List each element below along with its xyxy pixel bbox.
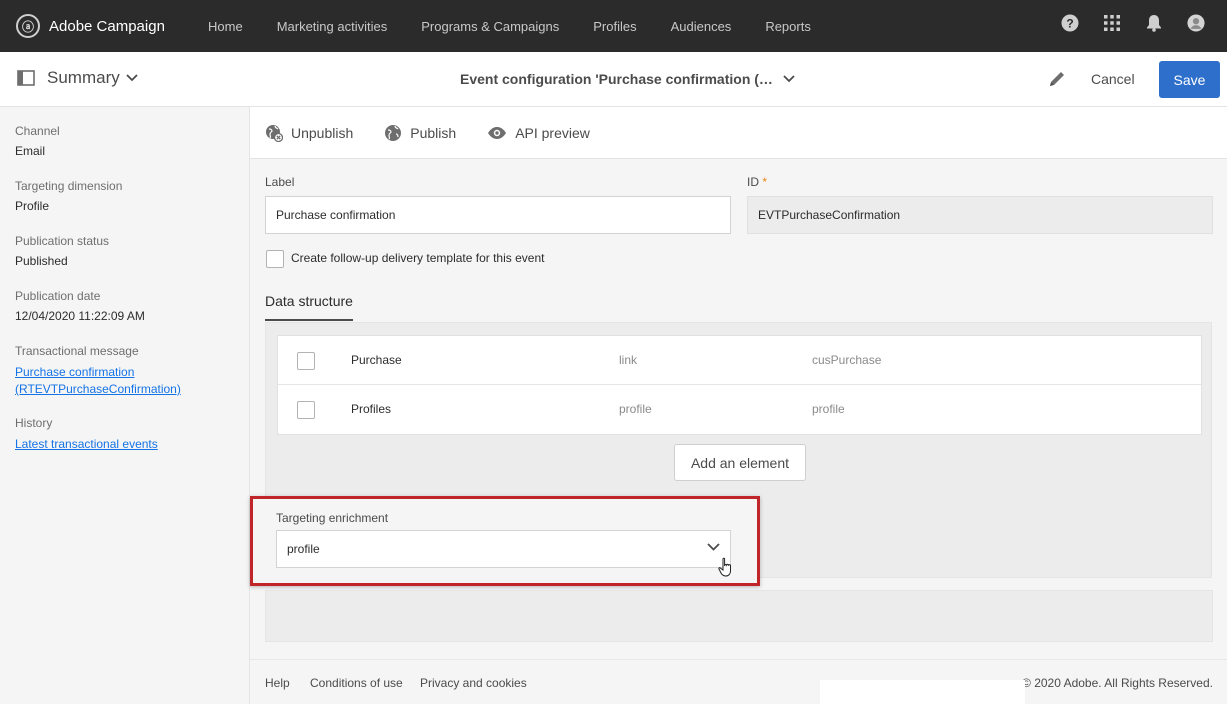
row-target: profile <box>812 402 845 416</box>
user-avatar-icon[interactable] <box>1187 14 1205 32</box>
overlay-panel <box>820 680 1025 704</box>
publication-date-label: Publication date <box>15 289 101 303</box>
table-row[interactable]: Profiles profile profile <box>278 385 1201 434</box>
tab-data-structure[interactable]: Data structure <box>265 293 353 321</box>
chevron-down-icon <box>783 75 795 83</box>
targeting-enrichment-highlight: Targeting enrichment profile <box>250 496 760 586</box>
summary-label: Summary <box>47 68 120 87</box>
nav-profiles[interactable]: Profiles <box>593 19 636 34</box>
save-button[interactable]: Save <box>1159 61 1220 98</box>
page-title[interactable]: Event configuration 'Purchase confirmati… <box>460 71 795 87</box>
table-row[interactable]: Purchase link cusPurchase <box>278 336 1201 385</box>
row-name: Purchase <box>351 353 402 367</box>
channel-block: Channel Email <box>15 124 60 158</box>
publication-date-block: Publication date 12/04/2020 11:22:09 AM <box>15 289 145 323</box>
chevron-down-icon <box>707 543 720 551</box>
nav-programs-campaigns[interactable]: Programs & Campaigns <box>421 19 559 34</box>
targeting-enrichment-select[interactable]: profile <box>276 530 731 568</box>
publication-status-value: Published <box>15 254 68 268</box>
chevron-down-icon <box>126 74 138 82</box>
unpublish-globe-icon <box>266 124 283 142</box>
hand-cursor-icon <box>718 557 734 580</box>
action-toolbar: Unpublish Publish API preview <box>250 107 1227 159</box>
followup-template-label: Create follow-up delivery template for t… <box>291 251 545 265</box>
channel-value: Email <box>15 144 46 158</box>
footer-help-link[interactable]: Help <box>265 676 290 690</box>
transactional-message-label: Transactional message <box>15 344 139 358</box>
row-checkbox[interactable] <box>297 401 315 419</box>
followup-template-checkbox[interactable] <box>266 250 284 268</box>
label-field-label: Label <box>265 175 295 189</box>
row-name: Profiles <box>351 402 392 416</box>
help-icon[interactable]: ? <box>1061 14 1079 32</box>
history-label: History <box>15 416 53 430</box>
nav-audiences[interactable]: Audiences <box>671 19 732 34</box>
required-asterisk: * <box>762 175 768 189</box>
footer-conditions-link[interactable]: Conditions of use <box>310 676 403 690</box>
top-navigation-bar: ⓐ Adobe Campaign Home Marketing activiti… <box>0 0 1227 52</box>
edit-pencil-icon[interactable] <box>1047 69 1067 92</box>
adobe-campaign-logo-icon: ⓐ <box>16 14 40 38</box>
copyright-text: © 2020 Adobe. All Rights Reserved. <box>1022 676 1213 690</box>
label-input[interactable]: Purchase confirmation <box>265 196 731 234</box>
row-type: profile <box>619 402 652 416</box>
add-element-button[interactable]: Add an element <box>674 444 806 481</box>
publication-status-block: Publication status Published <box>15 234 109 268</box>
api-preview-label: API preview <box>515 124 590 141</box>
unpublish-label: Unpublish <box>291 124 354 141</box>
unpublish-button[interactable]: Unpublish <box>265 124 353 142</box>
history-block: History Latest transactional events <box>15 416 158 453</box>
footer: Help Conditions of use Privacy and cooki… <box>250 659 1227 704</box>
transactional-message-link[interactable]: Purchase confirmation (RTEVTPurchaseConf… <box>15 364 181 398</box>
bell-icon[interactable] <box>1145 14 1163 32</box>
summary-panel: Channel Email Targeting dimension Profil… <box>0 107 250 704</box>
summary-toggle[interactable]: Summary <box>17 68 150 88</box>
id-field-label: ID * <box>747 175 767 189</box>
row-checkbox[interactable] <box>297 352 315 370</box>
publish-label: Publish <box>410 124 457 141</box>
publish-button[interactable]: Publish <box>384 124 456 142</box>
nav-marketing-activities[interactable]: Marketing activities <box>277 19 388 34</box>
latest-transactional-events-link[interactable]: Latest transactional events <box>15 436 158 453</box>
api-preview-button[interactable]: API preview <box>487 125 590 141</box>
top-icons: ? <box>1037 14 1205 32</box>
publication-date-value: 12/04/2020 11:22:09 AM <box>15 309 145 323</box>
nav-home[interactable]: Home <box>208 19 243 34</box>
row-target: cusPurchase <box>812 353 882 367</box>
targeting-enrichment-value: profile <box>287 542 320 556</box>
row-type: link <box>619 353 638 367</box>
transactional-message-link-line2: (RTEVTPurchaseConfirmation) <box>15 382 181 396</box>
targeting-enrichment-label: Targeting enrichment <box>276 511 389 525</box>
nav-reports[interactable]: Reports <box>765 19 811 34</box>
publish-globe-icon <box>385 124 402 141</box>
transactional-message-link-line1: Purchase confirmation <box>15 365 135 379</box>
targeting-dimension-label: Targeting dimension <box>15 179 123 193</box>
page-header: Summary Event configuration 'Purchase co… <box>0 52 1227 107</box>
app-name: Adobe Campaign <box>49 17 165 35</box>
data-structure-table: Purchase link cusPurchase Profiles profi… <box>277 335 1202 435</box>
apps-grid-icon[interactable] <box>1103 14 1121 32</box>
empty-panel <box>265 590 1213 642</box>
id-label-text: ID <box>747 175 759 189</box>
targeting-dimension-value: Profile <box>15 199 50 213</box>
cancel-button[interactable]: Cancel <box>1091 71 1135 87</box>
id-input: EVTPurchaseConfirmation <box>747 196 1213 234</box>
svg-text:?: ? <box>1066 17 1073 31</box>
brand[interactable]: ⓐ Adobe Campaign <box>16 14 208 38</box>
panel-icon <box>17 70 35 86</box>
targeting-dimension-block: Targeting dimension Profile <box>15 179 122 213</box>
channel-label: Channel <box>15 124 60 138</box>
publication-status-label: Publication status <box>15 234 110 248</box>
page-title-text: Event configuration 'Purchase confirmati… <box>460 71 773 87</box>
footer-privacy-link[interactable]: Privacy and cookies <box>420 676 527 690</box>
eye-icon <box>488 126 507 139</box>
main-nav: Home Marketing activities Programs & Cam… <box>208 19 845 34</box>
transactional-message-block: Transactional message Purchase confirmat… <box>15 344 181 398</box>
